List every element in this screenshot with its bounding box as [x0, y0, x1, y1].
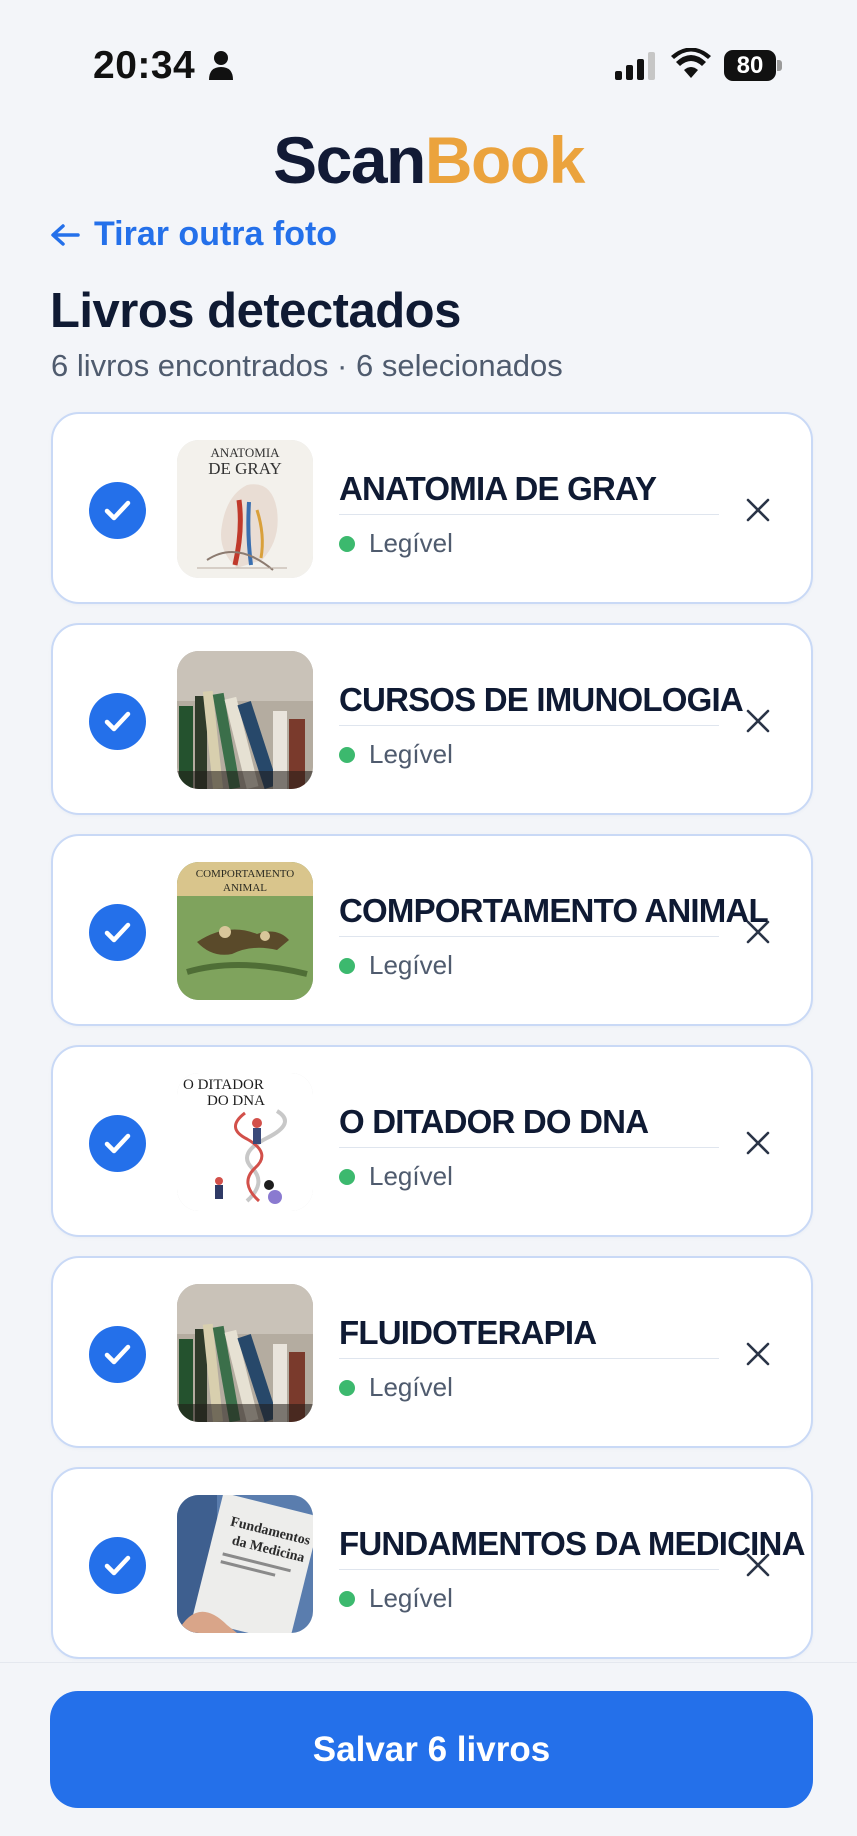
status-dot-icon	[339, 957, 355, 974]
logo-scan: Scan	[273, 123, 426, 197]
select-checkbox[interactable]	[89, 1326, 146, 1383]
logo-book: Book	[424, 123, 586, 197]
status-dot-icon	[339, 535, 355, 552]
check-icon	[104, 1344, 131, 1365]
status-label: Legível	[369, 528, 453, 558]
wifi-icon	[671, 48, 711, 78]
check-icon	[104, 1555, 131, 1576]
book-title: CURSOS DE IMUNOLOGIA	[339, 681, 744, 718]
status-label: Legível	[369, 739, 453, 769]
book-cover-thumbnail: Fundamentos da Medicina	[177, 1495, 313, 1633]
cellular-signal-icon	[615, 52, 655, 80]
select-checkbox[interactable]	[89, 482, 146, 539]
book-cover-thumbnail	[177, 651, 313, 789]
retake-photo-link[interactable]: Tirar outra foto	[50, 215, 337, 254]
status-time: 20:34	[93, 44, 196, 87]
cover-text-line: ANATOMIA	[210, 445, 280, 460]
battery-indicator: 80	[724, 50, 782, 81]
book-list: ANATOMIA DE GRAY ANATOMIA DE GRAY Legíve…	[51, 412, 813, 1678]
check-icon	[104, 711, 131, 732]
save-books-button[interactable]: Salvar 6 livros	[50, 1691, 813, 1808]
status-label: Legível	[369, 1583, 453, 1613]
status-dot-icon	[339, 1590, 355, 1607]
cover-text-line: COMPORTAMENTO	[196, 868, 295, 880]
divider	[339, 514, 719, 515]
select-checkbox[interactable]	[89, 693, 146, 750]
status-dot-icon	[339, 1168, 355, 1185]
cover-text-line: ANIMAL	[223, 882, 267, 894]
dna-dictator-cover-image: O DITADOR DO DNA	[177, 1073, 313, 1211]
legibility-status: Legível	[339, 528, 453, 559]
book-cover-thumbnail: O DITADOR DO DNA	[177, 1073, 313, 1211]
close-icon[interactable]	[745, 708, 771, 734]
book-title: O DITADOR DO DNA	[339, 1103, 649, 1140]
book-cover-thumbnail	[177, 1284, 313, 1422]
divider	[339, 936, 719, 937]
divider	[339, 1569, 719, 1570]
divider	[339, 1358, 719, 1359]
book-title: FLUIDOTERAPIA	[339, 1314, 597, 1351]
check-icon	[104, 1133, 131, 1154]
footer-divider	[0, 1662, 857, 1663]
close-icon[interactable]	[745, 1341, 771, 1367]
book-card[interactable]: CURSOS DE IMUNOLOGIA Legível	[51, 623, 813, 815]
status-label: Legível	[369, 1372, 453, 1402]
book-card[interactable]: FLUIDOTERAPIA Legível	[51, 1256, 813, 1448]
legibility-status: Legível	[339, 1161, 453, 1192]
close-icon[interactable]	[745, 919, 771, 945]
arrow-left-icon	[51, 223, 80, 246]
status-bar: 20:34 80	[0, 0, 857, 130]
legibility-status: Legível	[339, 1372, 453, 1403]
legibility-status: Legível	[339, 1583, 453, 1614]
animal-behavior-cover-image: COMPORTAMENTO ANIMAL	[177, 862, 313, 1000]
book-cover-thumbnail: COMPORTAMENTO ANIMAL	[177, 862, 313, 1000]
page-title: Livros detectados	[50, 284, 461, 338]
cover-text-line: DO DNA	[207, 1093, 265, 1109]
check-icon	[104, 922, 131, 943]
battery-tip	[777, 60, 782, 71]
book-title: COMPORTAMENTO ANIMAL	[339, 892, 769, 929]
check-icon	[104, 500, 131, 521]
legibility-status: Legível	[339, 950, 453, 981]
app-logo: ScanBook	[0, 122, 857, 198]
cover-text-line: DE GRAY	[208, 459, 282, 478]
person-icon	[209, 51, 233, 80]
book-card[interactable]: ANATOMIA DE GRAY ANATOMIA DE GRAY Legíve…	[51, 412, 813, 604]
book-card[interactable]: O DITADOR DO DNA O DITADOR DO DNA Legíve…	[51, 1045, 813, 1237]
divider	[339, 725, 719, 726]
select-checkbox[interactable]	[89, 904, 146, 961]
book-card[interactable]: Fundamentos da Medicina FUNDAMENTOS DA M…	[51, 1467, 813, 1659]
cover-text-line: O DITADOR	[183, 1077, 264, 1093]
select-checkbox[interactable]	[89, 1115, 146, 1172]
book-title: ANATOMIA DE GRAY	[339, 470, 657, 507]
retake-photo-label: Tirar outra foto	[94, 215, 338, 253]
close-icon[interactable]	[745, 1130, 771, 1156]
bookshelf-photo-image	[177, 651, 313, 789]
status-dot-icon	[339, 1379, 355, 1396]
book-card[interactable]: COMPORTAMENTO ANIMAL COMPORTAMENTO ANIMA…	[51, 834, 813, 1026]
book-title: FUNDAMENTOS DA MEDICINA	[339, 1525, 805, 1562]
divider	[339, 1147, 719, 1148]
book-cover-thumbnail: ANATOMIA DE GRAY	[177, 440, 313, 578]
selection-summary: 6 livros encontrados · 6 selecionados	[51, 348, 563, 383]
anatomy-cover-image: ANATOMIA DE GRAY	[177, 440, 313, 578]
select-checkbox[interactable]	[89, 1537, 146, 1594]
medicine-fundamentals-cover-image: Fundamentos da Medicina	[177, 1495, 313, 1633]
status-dot-icon	[339, 746, 355, 763]
close-icon[interactable]	[745, 1552, 771, 1578]
status-label: Legível	[369, 1161, 453, 1191]
status-label: Legível	[369, 950, 453, 980]
legibility-status: Legível	[339, 739, 453, 770]
battery-level: 80	[724, 50, 776, 81]
bookshelf-photo-image	[177, 1284, 313, 1422]
close-icon[interactable]	[745, 497, 771, 523]
